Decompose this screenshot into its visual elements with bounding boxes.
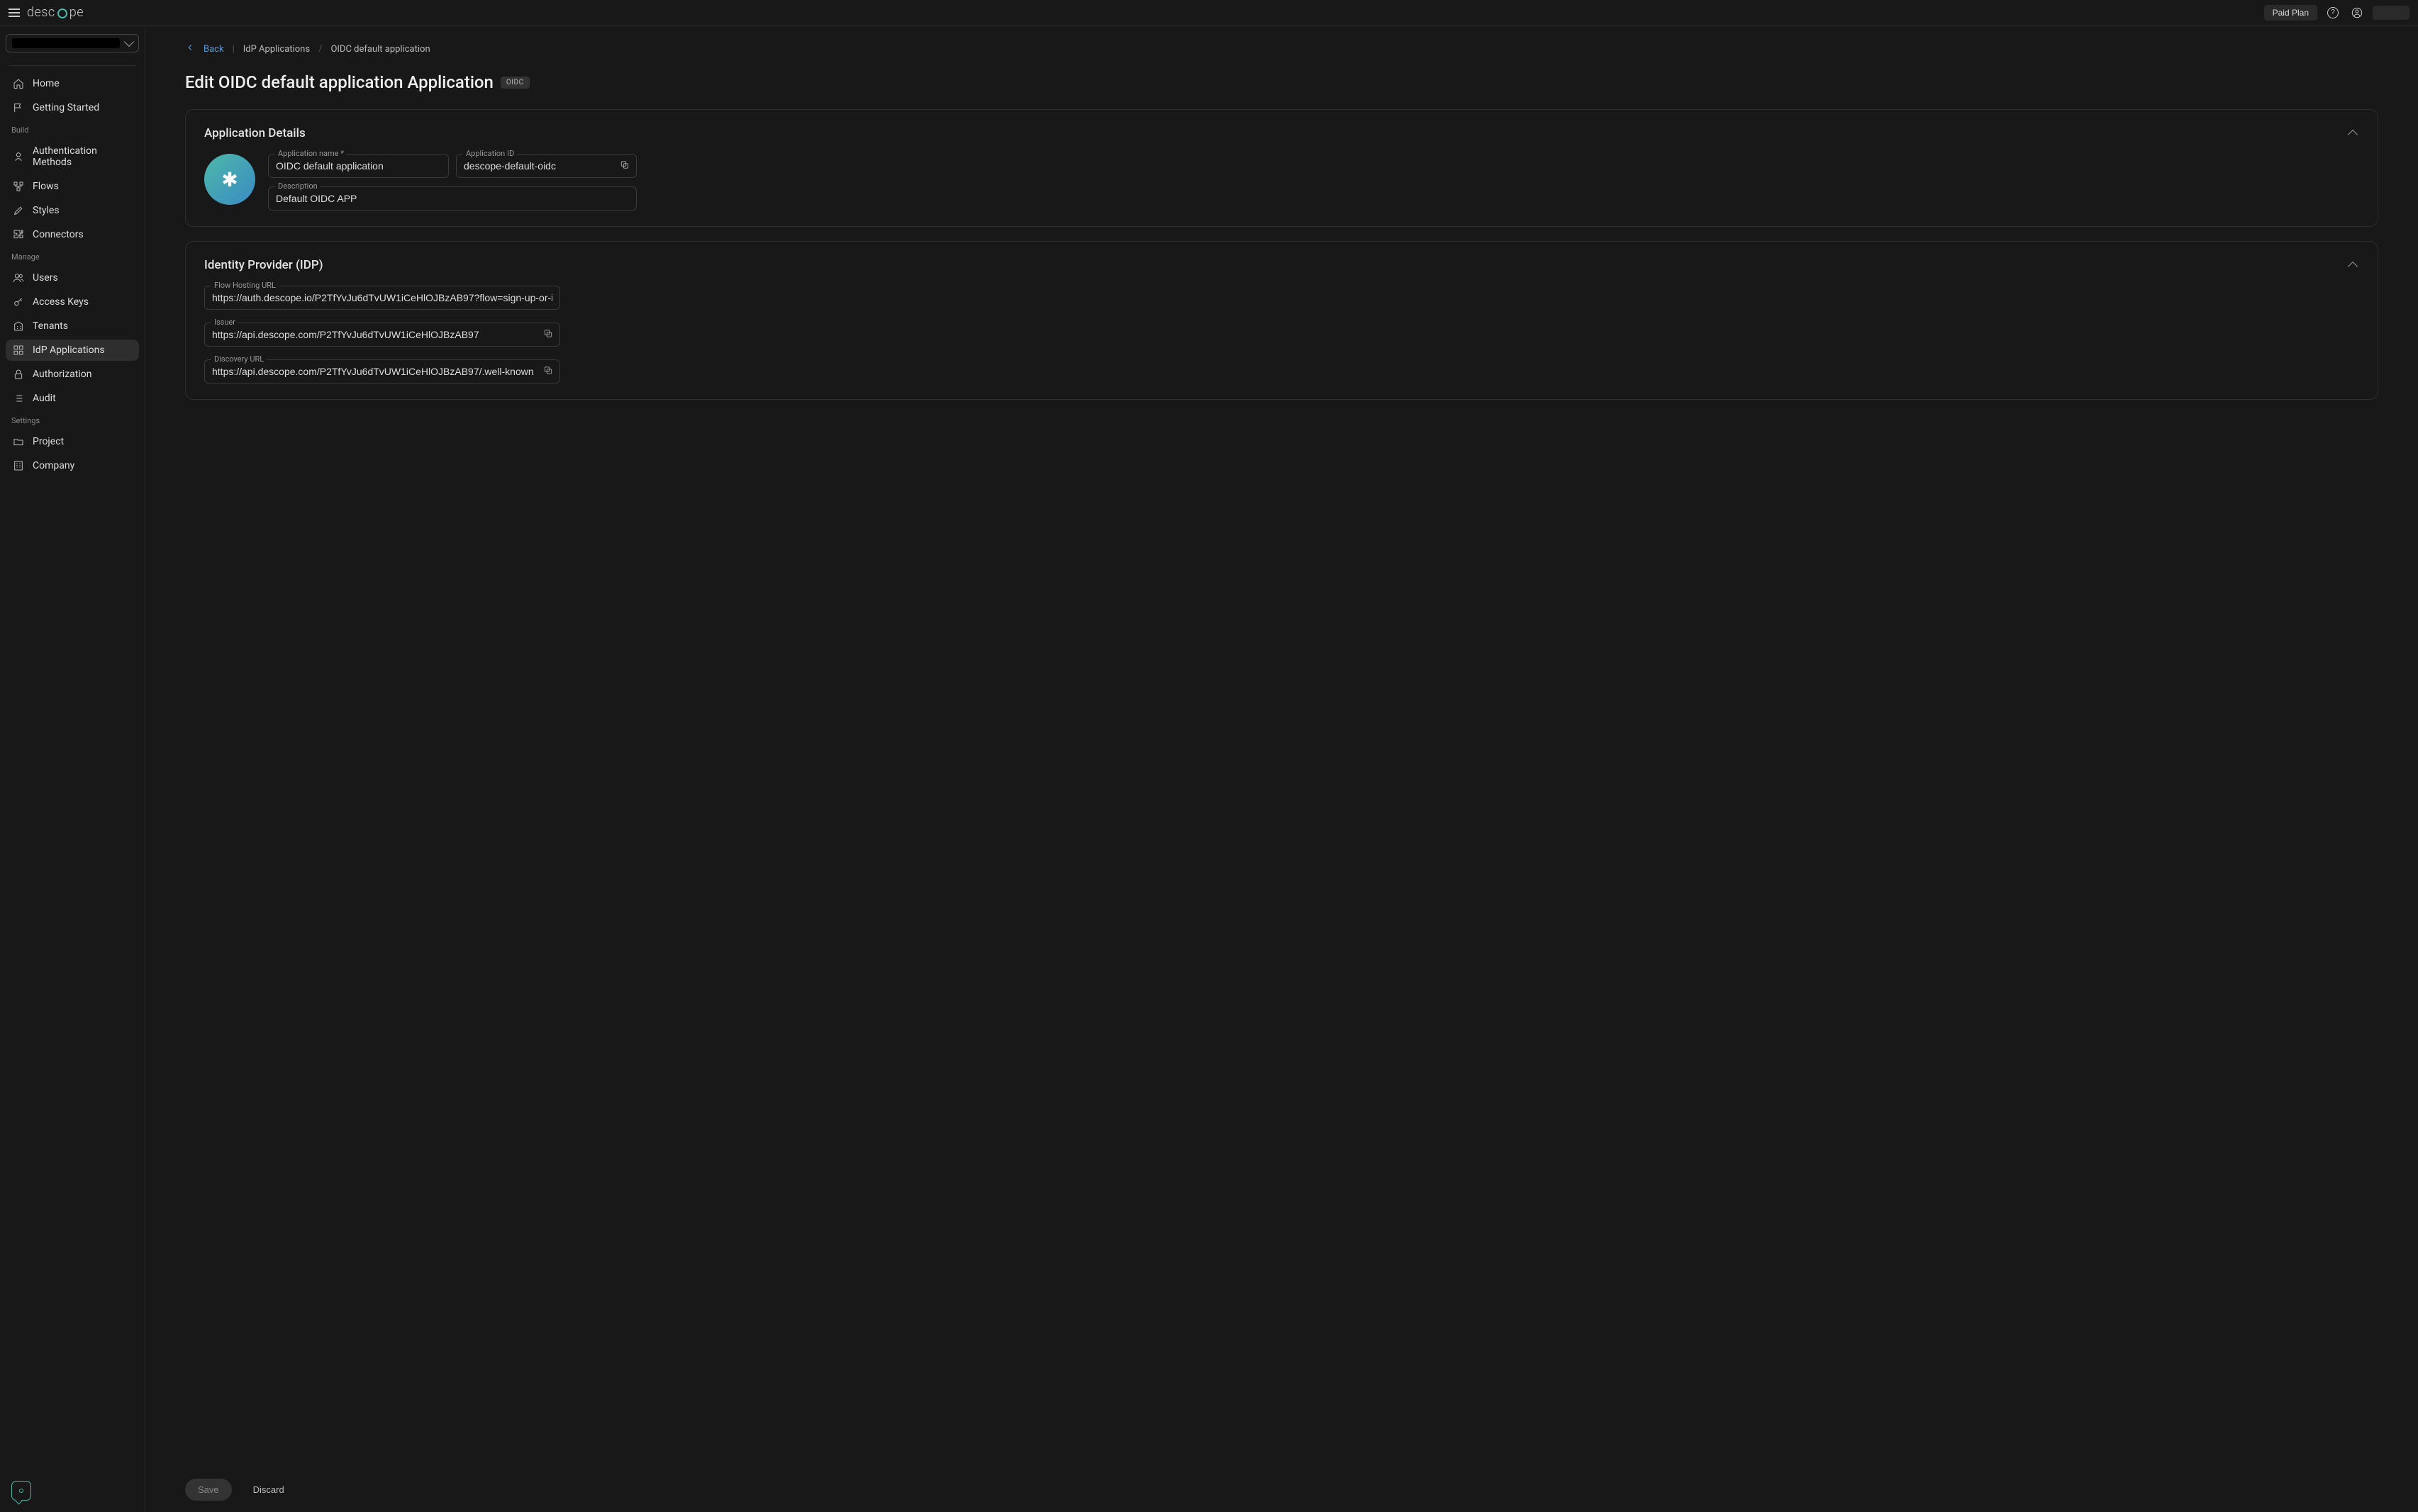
folder-icon [13, 436, 24, 447]
field-label-app-id: Application ID [463, 149, 517, 158]
chevron-up-icon [2348, 130, 2358, 140]
sidebar-item-company[interactable]: Company [6, 455, 139, 476]
idp-card: Identity Provider (IDP) Flow Hosting URL… [185, 241, 2378, 400]
sidebar-item-access-keys[interactable]: Access Keys [6, 291, 139, 313]
field-label-app-name: Application name * [275, 149, 347, 158]
chat-icon [19, 1489, 23, 1493]
users-icon [13, 272, 24, 284]
breadcrumb-idp-apps[interactable]: IdP Applications [243, 44, 310, 55]
copy-icon [543, 366, 553, 376]
sidebar-item-audit[interactable]: Audit [6, 388, 139, 409]
oidc-badge: OIDC [501, 77, 530, 89]
field-label-flow-url: Flow Hosting URL [211, 281, 279, 290]
flows-icon [13, 181, 24, 192]
account-button[interactable] [2349, 4, 2366, 21]
sidebar: Home Getting Started Build Authenticatio… [0, 26, 145, 1512]
sidebar-item-label: Flows [33, 181, 59, 192]
lock-icon [13, 369, 24, 380]
chevron-up-icon [2348, 262, 2358, 271]
building-icon [13, 320, 24, 332]
sidebar-item-label: IdP Applications [33, 345, 105, 356]
help-icon: ? [2327, 7, 2339, 18]
back-link[interactable]: Back [204, 44, 224, 55]
chevron-down-icon [124, 37, 134, 47]
footer-actions: Save Discard [145, 1467, 2418, 1512]
menu-icon[interactable] [9, 9, 20, 17]
user-circle-icon [2351, 7, 2363, 18]
logo[interactable]: descpe [27, 5, 84, 20]
sidebar-item-label: Connectors [33, 229, 84, 240]
collapse-button[interactable] [2346, 257, 2359, 273]
sidebar-item-authorization[interactable]: Authorization [6, 364, 139, 385]
chat-widget[interactable] [11, 1481, 31, 1501]
section-label-settings: Settings [6, 412, 139, 428]
brush-icon [13, 205, 24, 216]
sidebar-item-tenants[interactable]: Tenants [6, 315, 139, 337]
sidebar-item-users[interactable]: Users [6, 267, 139, 289]
key-icon [13, 296, 24, 308]
sidebar-item-project[interactable]: Project [6, 431, 139, 452]
page-title: Edit OIDC default application Applicatio… [185, 72, 494, 92]
field-label-description: Description [275, 181, 321, 191]
collapse-button[interactable] [2346, 125, 2359, 141]
sidebar-item-label: Access Keys [33, 296, 89, 308]
fingerprint-icon [13, 151, 24, 162]
office-icon [13, 460, 24, 471]
help-button[interactable]: ? [2324, 4, 2341, 21]
app-avatar[interactable] [204, 154, 255, 205]
main-content: Back | IdP Applications / OIDC default a… [145, 26, 2418, 1512]
sidebar-item-auth-methods[interactable]: Authentication Methods [6, 140, 139, 173]
card-title-app-details: Application Details [204, 126, 306, 140]
sidebar-item-label: Project [33, 436, 64, 447]
sidebar-item-label: Users [33, 272, 58, 284]
card-title-idp: Identity Provider (IDP) [204, 258, 323, 272]
application-details-card: Application Details Application name * [185, 109, 2378, 227]
project-selector[interactable] [6, 34, 139, 52]
arrow-left-icon[interactable] [185, 43, 195, 55]
copy-icon [543, 329, 553, 339]
section-label-manage: Manage [6, 248, 139, 264]
logo-ring-icon [57, 9, 67, 18]
sidebar-item-home[interactable]: Home [6, 73, 139, 94]
topbar: descpe Paid Plan ? [0, 0, 2418, 26]
breadcrumb-separator: | [233, 44, 235, 55]
sidebar-item-connectors[interactable]: Connectors [6, 224, 139, 245]
puzzle-icon [13, 229, 24, 240]
field-label-issuer: Issuer [211, 318, 238, 327]
flag-icon [13, 102, 24, 113]
sidebar-item-label: Company [33, 460, 74, 471]
sidebar-item-getting-started[interactable]: Getting Started [6, 97, 139, 118]
description-input[interactable] [268, 186, 637, 211]
sidebar-item-flows[interactable]: Flows [6, 176, 139, 197]
copy-issuer-button[interactable] [540, 326, 556, 344]
sidebar-item-styles[interactable]: Styles [6, 200, 139, 221]
sidebar-item-label: Getting Started [33, 102, 99, 113]
sidebar-item-label: Tenants [33, 320, 68, 332]
breadcrumb-separator: / [318, 44, 322, 55]
copy-app-id-button[interactable] [617, 157, 633, 175]
save-button[interactable]: Save [185, 1479, 232, 1501]
breadcrumb: Back | IdP Applications / OIDC default a… [185, 43, 2378, 55]
sidebar-item-idp-applications[interactable]: IdP Applications [6, 340, 139, 361]
issuer-input[interactable] [204, 323, 560, 347]
apps-icon [13, 345, 24, 356]
home-icon [13, 78, 24, 89]
user-pill[interactable] [2373, 6, 2409, 20]
list-icon [13, 393, 24, 404]
sidebar-item-label: Audit [33, 393, 56, 404]
copy-icon [620, 160, 630, 170]
paid-plan-button[interactable]: Paid Plan [2264, 5, 2317, 21]
sidebar-item-label: Home [33, 78, 60, 89]
breadcrumb-current: OIDC default application [330, 44, 430, 55]
discard-button[interactable]: Discard [240, 1479, 297, 1501]
sidebar-item-label: Styles [33, 205, 60, 216]
sidebar-item-label: Authorization [33, 369, 91, 380]
section-label-build: Build [6, 121, 139, 138]
copy-discovery-button[interactable] [540, 363, 556, 381]
sidebar-item-label: Authentication Methods [33, 145, 132, 168]
field-label-discovery: Discovery URL [211, 354, 267, 364]
